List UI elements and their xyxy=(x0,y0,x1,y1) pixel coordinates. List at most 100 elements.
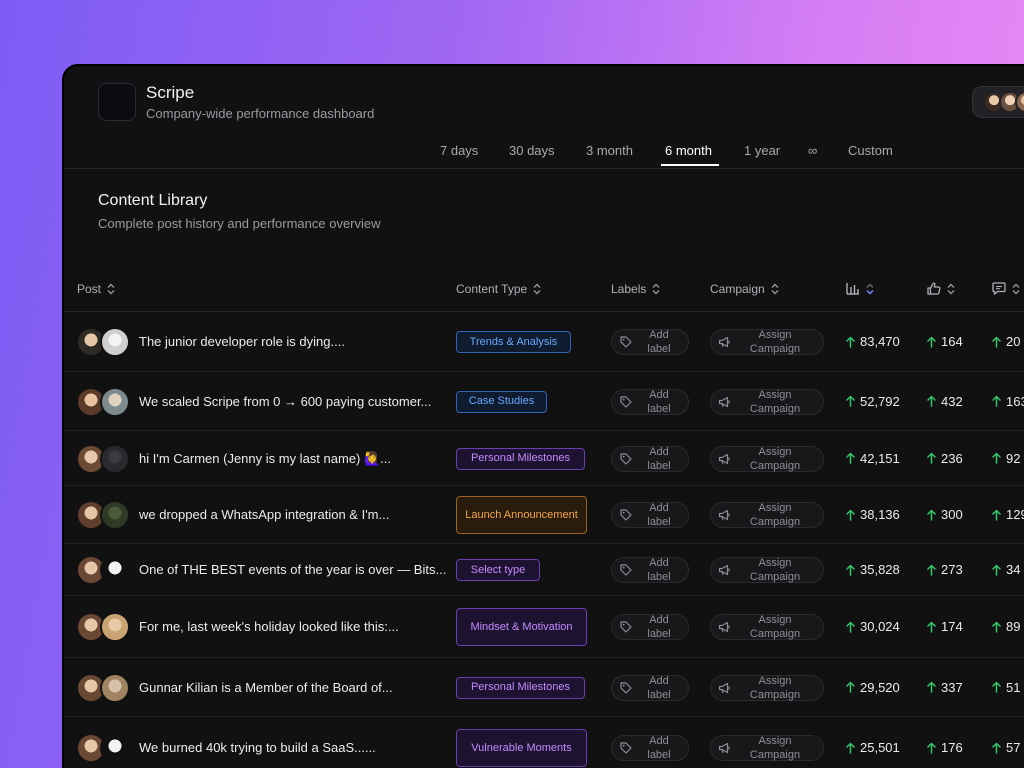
impressions-metric: 83,470 xyxy=(846,334,900,349)
tab-1-year[interactable]: 1 year xyxy=(744,143,780,158)
assign-campaign-button[interactable]: Assign Campaign xyxy=(710,329,824,355)
arrow-up-icon xyxy=(846,395,855,407)
table-row[interactable]: We burned 40k trying to build a SaaS....… xyxy=(64,717,1024,768)
add-label-button[interactable]: Add label xyxy=(611,557,689,583)
tag-icon xyxy=(620,395,632,408)
likes-metric: 432 xyxy=(927,394,963,409)
content-type-badge[interactable]: Case Studies xyxy=(456,390,547,413)
assign-campaign-text: Assign Campaign xyxy=(749,614,801,640)
post-title[interactable]: we dropped a WhatsApp integration & I'm.… xyxy=(139,507,389,522)
table-row[interactable]: Gunnar Kilian is a Member of the Board o… xyxy=(64,658,1024,717)
impressions-metric: 42,151 xyxy=(846,451,900,466)
add-label-button[interactable]: Add label xyxy=(611,329,689,355)
add-label-button[interactable]: Add label xyxy=(611,614,689,640)
add-label-button[interactable]: Add label xyxy=(611,502,689,528)
sort-desc-icon xyxy=(866,283,874,294)
comments-value: 89 xyxy=(1006,619,1021,634)
post-title[interactable]: hi I'm Carmen (Jenny is my last name) 🙋‍… xyxy=(139,451,391,467)
post-title[interactable]: We burned 40k trying to build a SaaS....… xyxy=(139,740,376,755)
tag-icon xyxy=(620,336,632,348)
content-type-badge[interactable]: Select type xyxy=(456,559,540,581)
column-header-likes[interactable] xyxy=(927,282,955,295)
likes-value: 236 xyxy=(941,450,963,466)
assign-campaign-text: Assign Campaign xyxy=(749,557,801,583)
post-avatars xyxy=(76,555,130,585)
comments-metric: 89 xyxy=(992,619,1020,634)
tab-3-month[interactable]: 3 month xyxy=(586,143,633,158)
tab-all-time[interactable]: ∞ xyxy=(808,143,817,158)
column-header-labels[interactable]: Labels xyxy=(611,282,660,296)
likes-metric: 300 xyxy=(927,507,963,522)
post-avatars xyxy=(76,327,130,357)
comments-metric: 20 xyxy=(992,334,1020,349)
arrow-up-icon xyxy=(927,621,936,633)
app-header: Scripe Company-wide performance dashboar… xyxy=(64,66,1024,169)
assign-campaign-text: Assign Campaign xyxy=(749,502,801,528)
column-header-comments[interactable] xyxy=(992,282,1020,295)
post-title[interactable]: We scaled Scripe from 0 → 600 paying cus… xyxy=(139,394,431,409)
add-label-button[interactable]: Add label xyxy=(611,735,689,761)
impressions-metric: 29,520 xyxy=(846,680,900,695)
content-type-badge[interactable]: Personal Milestones xyxy=(456,676,585,699)
post-avatars xyxy=(76,443,130,474)
assign-campaign-button[interactable]: Assign Campaign xyxy=(710,614,824,640)
add-label-button[interactable]: Add label xyxy=(611,388,689,415)
assign-campaign-button[interactable]: Assign Campaign xyxy=(710,735,824,761)
column-label-campaign: Campaign xyxy=(710,282,765,296)
add-label-button[interactable]: Add label xyxy=(611,445,689,472)
team-avatars[interactable] xyxy=(972,86,1024,118)
tab-custom[interactable]: Custom xyxy=(848,143,893,158)
column-label-content-type: Content Type xyxy=(456,282,528,296)
content-type-badge[interactable]: Vulnerable Moments xyxy=(456,729,587,767)
arrow-up-icon xyxy=(927,509,936,521)
arrow-up-icon xyxy=(846,509,855,521)
tab-6-month[interactable]: 6 month xyxy=(665,143,712,158)
sort-icon xyxy=(947,283,955,294)
table-row[interactable]: hi I'm Carmen (Jenny is my last name) 🙋‍… xyxy=(64,431,1024,486)
post-title[interactable]: Gunnar Kilian is a Member of the Board o… xyxy=(139,680,393,695)
comments-metric: 57 xyxy=(992,740,1020,755)
table-row[interactable]: we dropped a WhatsApp integration & I'm.… xyxy=(64,486,1024,544)
table-row[interactable]: The junior developer role is dying.... T… xyxy=(64,312,1024,372)
column-header-post[interactable]: Post xyxy=(77,282,115,296)
comments-metric: 92 xyxy=(992,451,1020,466)
app-logo[interactable] xyxy=(98,83,136,121)
assign-campaign-button[interactable]: Assign Campaign xyxy=(710,502,824,528)
content-type-badge[interactable]: Trends & Analysis xyxy=(456,331,571,353)
arrow-up-icon xyxy=(846,742,855,754)
avatar xyxy=(100,500,130,530)
column-header-impressions[interactable] xyxy=(846,282,874,295)
table-row[interactable]: We scaled Scripe from 0 → 600 paying cus… xyxy=(64,372,1024,431)
table-row[interactable]: For me, last week's holiday looked like … xyxy=(64,596,1024,658)
post-title[interactable]: The junior developer role is dying.... xyxy=(139,334,345,349)
add-label-button[interactable]: Add label xyxy=(611,674,689,701)
assign-campaign-text: Assign Campaign xyxy=(749,445,801,472)
post-title[interactable]: One of THE BEST events of the year is ov… xyxy=(139,562,446,577)
add-label-text: Add label xyxy=(647,388,671,415)
column-header-campaign[interactable]: Campaign xyxy=(710,282,779,296)
tab-30-days[interactable]: 30 days xyxy=(509,143,555,158)
content-type-badge[interactable]: Launch Announcement xyxy=(456,496,587,534)
likes-value: 300 xyxy=(941,507,963,522)
table-row[interactable]: One of THE BEST events of the year is ov… xyxy=(64,544,1024,596)
arrow-up-icon xyxy=(992,564,1001,576)
content-type-badge[interactable]: Mindset & Motivation xyxy=(456,608,587,646)
megaphone-icon xyxy=(718,742,730,754)
assign-campaign-button[interactable]: Assign Campaign xyxy=(710,557,824,583)
megaphone-icon xyxy=(718,564,730,576)
assign-campaign-button[interactable]: Assign Campaign xyxy=(710,445,824,472)
comments-metric: 163 xyxy=(992,394,1024,409)
content-type-badge[interactable]: Personal Milestones xyxy=(456,447,585,470)
tab-7-days[interactable]: 7 days xyxy=(440,143,478,158)
post-avatars xyxy=(76,612,130,642)
arrow-up-icon xyxy=(992,336,1001,348)
sort-icon xyxy=(107,283,115,295)
tag-icon xyxy=(620,742,632,754)
avatar xyxy=(100,733,130,763)
post-title[interactable]: For me, last week's holiday looked like … xyxy=(139,619,399,634)
likes-metric: 164 xyxy=(927,334,963,349)
tag-icon xyxy=(620,509,632,521)
assign-campaign-button[interactable]: Assign Campaign xyxy=(710,388,824,415)
column-header-content-type[interactable]: Content Type xyxy=(456,282,541,296)
assign-campaign-button[interactable]: Assign Campaign xyxy=(710,674,824,701)
